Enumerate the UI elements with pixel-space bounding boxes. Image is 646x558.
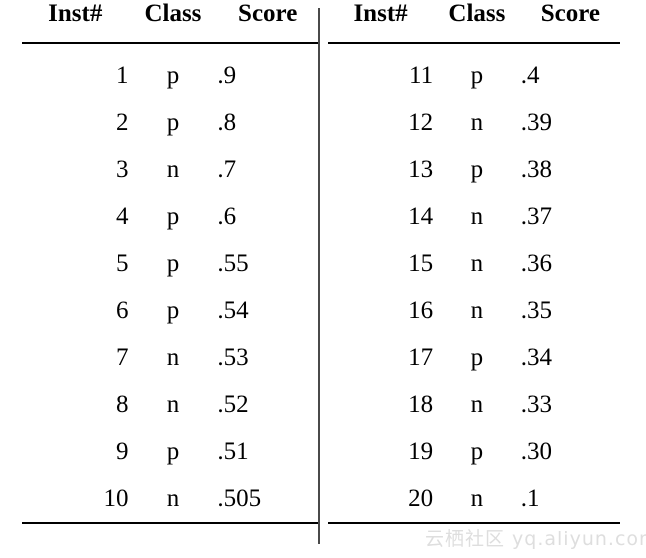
- table-right-body: 11 p .4 12 n .39 13 p .38 14 n .37 15 n .36 16 n .35 17 p .3…: [328, 43, 620, 524]
- cell-score: .51: [217, 437, 249, 465]
- cell-class: n: [433, 475, 521, 524]
- cell-inst: 13: [408, 155, 434, 183]
- table-row: 12 n .39: [328, 99, 620, 146]
- cell-class: p: [166, 202, 180, 230]
- table-row: 17 p .34: [328, 334, 620, 381]
- table-row: 1 p .9: [22, 43, 318, 99]
- cell-class: n: [128, 475, 218, 524]
- table-row: 9 p .51: [22, 428, 318, 475]
- cell-score: .53: [217, 343, 249, 371]
- cell-score: .7: [217, 155, 237, 183]
- cell-score: .30: [520, 437, 552, 465]
- cell-inst: 11: [409, 61, 434, 89]
- cell-class: p: [470, 61, 484, 89]
- cell-inst: 9: [116, 437, 129, 465]
- cell-inst: 4: [116, 202, 129, 230]
- cell-score: .4: [520, 61, 540, 89]
- cell-inst: 8: [116, 390, 129, 418]
- table-row: 13 p .38: [328, 146, 620, 193]
- header-row: Inst# Class Score: [22, 0, 318, 44]
- table-row: 16 n .35: [328, 287, 620, 334]
- table-row: 6 p .54: [22, 287, 318, 334]
- cell-inst: 19: [408, 437, 434, 465]
- cell-class: n: [470, 390, 484, 418]
- cell-class: n: [470, 296, 484, 324]
- table-right: Inst# Class Score 11 p .4 12 n .39 13 p .38 14 n .3…: [328, 0, 620, 524]
- table-row: 8 n .52: [22, 381, 318, 428]
- cell-class: p: [166, 61, 180, 89]
- cell-class: p: [166, 437, 180, 465]
- cell-score: .1: [520, 475, 620, 524]
- column-header-inst: Inst#: [328, 0, 434, 44]
- cell-score: .55: [217, 249, 249, 277]
- cell-score: .8: [217, 108, 237, 136]
- table-right-header: Inst# Class Score: [328, 0, 620, 44]
- column-header-inst: Inst#: [22, 0, 129, 44]
- cell-score: .37: [520, 202, 552, 230]
- column-header-score: Score: [217, 0, 318, 44]
- cell-inst: 18: [408, 390, 434, 418]
- cell-class: n: [166, 390, 180, 418]
- cell-score: .35: [520, 296, 552, 324]
- cell-score: .38: [520, 155, 552, 183]
- table-row: 14 n .37: [328, 193, 620, 240]
- cell-score: .54: [217, 296, 249, 324]
- table-row: 4 p .6: [22, 193, 318, 240]
- cell-class: n: [470, 249, 484, 277]
- cell-inst: 17: [408, 343, 434, 371]
- cell-class: p: [470, 155, 484, 183]
- table-row: 7 n .53: [22, 334, 318, 381]
- cell-inst: 15: [408, 249, 434, 277]
- column-header-class: Class: [128, 0, 218, 44]
- cell-inst: 1: [116, 61, 129, 89]
- cell-class: p: [470, 343, 484, 371]
- column-header-class: Class: [433, 0, 521, 44]
- cell-score: .39: [520, 108, 552, 136]
- header-row: Inst# Class Score: [328, 0, 620, 44]
- table-half-left: Inst# Class Score 1 p .9 2 p .8 3 n .7 4 p .6 5 p .55 6…: [0, 0, 318, 558]
- table-left: Inst# Class Score 1 p .9 2 p .8 3 n .7 4 p .6 5 p .55 6…: [22, 0, 318, 524]
- cell-score: .9: [217, 61, 237, 89]
- column-header-score: Score: [520, 0, 620, 44]
- cell-inst: 7: [116, 343, 129, 371]
- table-left-body: 1 p .9 2 p .8 3 n .7 4 p .6 5 p .55 6 p .54 7 n .53 8 n .52 9 p .5…: [22, 43, 318, 524]
- cell-class: n: [470, 108, 484, 136]
- cell-class: p: [166, 249, 180, 277]
- cell-score: .52: [217, 390, 249, 418]
- table-row: 15 n .36: [328, 240, 620, 287]
- cell-class: p: [166, 296, 180, 324]
- cell-class: n: [166, 155, 180, 183]
- table-row: 10 n .505: [22, 475, 318, 524]
- cell-class: p: [470, 437, 484, 465]
- cell-inst: 3: [116, 155, 129, 183]
- cell-score: .36: [520, 249, 552, 277]
- table-row: 18 n .33: [328, 381, 620, 428]
- cell-score: .34: [520, 343, 552, 371]
- table-row: 20 n .1: [328, 475, 620, 524]
- cell-inst: 20: [328, 475, 434, 524]
- instance-score-table: Inst# Class Score 1 p .9 2 p .8 3 n .7 4 p .6 5 p .55 6…: [0, 0, 646, 558]
- cell-inst: 6: [116, 296, 129, 324]
- cell-class: p: [166, 108, 180, 136]
- table-left-header: Inst# Class Score: [22, 0, 318, 44]
- table-row: 2 p .8: [22, 99, 318, 146]
- cell-inst: 5: [116, 249, 129, 277]
- cell-score: .505: [217, 475, 318, 524]
- table-row: 19 p .30: [328, 428, 620, 475]
- cell-inst: 16: [408, 296, 434, 324]
- table-half-right: Inst# Class Score 11 p .4 12 n .39 13 p .38 14 n .3…: [318, 0, 646, 558]
- cell-class: n: [470, 202, 484, 230]
- cell-score: .33: [520, 390, 552, 418]
- cell-class: n: [166, 343, 180, 371]
- table-row: 3 n .7: [22, 146, 318, 193]
- cell-inst: 12: [408, 108, 434, 136]
- table-row: 11 p .4: [328, 43, 620, 99]
- cell-inst: 10: [22, 475, 129, 524]
- table-row: 5 p .55: [22, 240, 318, 287]
- cell-inst: 2: [116, 108, 129, 136]
- cell-score: .6: [217, 202, 237, 230]
- cell-inst: 14: [408, 202, 434, 230]
